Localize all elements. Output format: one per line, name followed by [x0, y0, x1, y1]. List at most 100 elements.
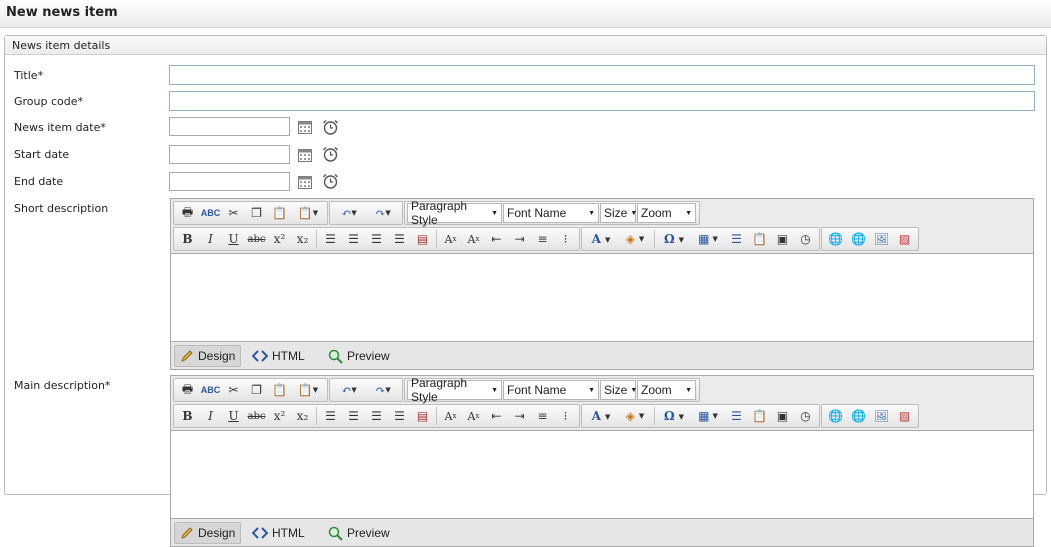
group-code-input[interactable] — [169, 91, 1035, 111]
style-icon[interactable]: ▤ — [411, 229, 434, 249]
hyperlink-icon[interactable]: 🌐 — [824, 229, 847, 249]
table-icon[interactable]: ▦ ▼ — [691, 406, 725, 426]
outdent-icon[interactable]: ⇤ — [485, 406, 508, 426]
size-dropdown[interactable]: Size ▼ — [600, 380, 637, 400]
italic-button[interactable]: I — [199, 406, 222, 426]
paste-options-icon[interactable]: 📋 ▼ — [291, 380, 325, 400]
alarm-clock-icon[interactable] — [322, 146, 339, 163]
align-left-icon[interactable]: ☰ — [319, 229, 342, 249]
spellcheck-icon[interactable]: ABC — [199, 203, 222, 223]
align-right-icon[interactable]: ☰ — [365, 229, 388, 249]
start-date-input[interactable] — [169, 145, 290, 164]
editor-content-area[interactable] — [171, 253, 1033, 342]
zoom-dropdown[interactable]: Zoom ▼ — [637, 380, 696, 400]
align-left-icon[interactable]: ☰ — [319, 406, 342, 426]
zoom-dropdown[interactable]: Zoom ▼ — [637, 203, 696, 223]
paragraph-icon[interactable]: ☰ — [725, 406, 748, 426]
flash-icon[interactable]: ▨ — [893, 406, 916, 426]
redo-icon[interactable]: ↷ ▼ — [366, 203, 400, 223]
print-icon[interactable]: 🖶 — [176, 380, 199, 400]
redo-icon[interactable]: ↷ ▼ — [366, 380, 400, 400]
subscript-a-icon[interactable]: Ax — [462, 406, 485, 426]
cut-icon[interactable]: ✂ — [222, 380, 245, 400]
justify-icon[interactable]: ☰ — [388, 406, 411, 426]
undo-icon[interactable]: ↶ ▼ — [332, 203, 366, 223]
italic-button[interactable]: I — [199, 229, 222, 249]
highlight-color-icon[interactable]: ◈ ▼ — [618, 229, 652, 249]
news-item-date-input[interactable] — [169, 117, 290, 136]
bold-button[interactable]: B — [176, 229, 199, 249]
numbered-list-icon[interactable]: ≡ — [531, 229, 554, 249]
bold-button[interactable]: B — [176, 406, 199, 426]
superscript-button[interactable]: x² — [268, 406, 291, 426]
numbered-list-icon[interactable]: ≡ — [531, 406, 554, 426]
align-center-icon[interactable]: ☰ — [342, 229, 365, 249]
bulleted-list-icon[interactable]: ⁝ — [554, 406, 577, 426]
calendar-icon[interactable] — [298, 149, 312, 162]
clipboard-icon[interactable]: 📋 — [748, 229, 771, 249]
html-mode-tab[interactable]: HTML — [247, 522, 310, 544]
flash-icon[interactable]: ▨ — [893, 229, 916, 249]
paragraph-style-dropdown[interactable]: Paragraph Style ▼ — [407, 376, 502, 404]
font-name-dropdown[interactable]: Font Name ▼ — [503, 380, 599, 400]
image-icon[interactable]: 🖼 — [870, 229, 893, 249]
strikethrough-button[interactable]: abc — [245, 229, 268, 249]
preview-mode-tab[interactable]: Preview — [323, 345, 395, 367]
image-icon[interactable]: 🖼 — [870, 406, 893, 426]
editor-content-area[interactable] — [171, 430, 1033, 519]
paragraph-style-dropdown[interactable]: Paragraph Style ▼ — [407, 199, 502, 227]
clock-icon[interactable]: ◷ — [794, 406, 817, 426]
unlink-icon[interactable]: 🌐 — [847, 406, 870, 426]
spellcheck-icon[interactable]: ABC — [199, 380, 222, 400]
clock-icon[interactable]: ◷ — [794, 229, 817, 249]
highlight-color-icon[interactable]: ◈ ▼ — [618, 406, 652, 426]
unlink-icon[interactable]: 🌐 — [847, 229, 870, 249]
special-characters-icon[interactable]: Ω ▼ — [657, 229, 691, 249]
calendar-icon[interactable] — [298, 121, 312, 134]
justify-icon[interactable]: ☰ — [388, 229, 411, 249]
preview-mode-tab[interactable]: Preview — [323, 522, 395, 544]
underline-button[interactable]: U — [222, 229, 245, 249]
underline-button[interactable]: U — [222, 406, 245, 426]
indent-icon[interactable]: ⇥ — [508, 229, 531, 249]
paragraph-icon[interactable]: ☰ — [725, 229, 748, 249]
design-mode-tab[interactable]: Design — [174, 345, 242, 367]
form-icon[interactable]: ▣ — [771, 229, 794, 249]
table-icon[interactable]: ▦ ▼ — [691, 229, 725, 249]
html-mode-tab[interactable]: HTML — [247, 345, 310, 367]
calendar-icon[interactable] — [298, 176, 312, 189]
clipboard-icon[interactable]: 📋 — [748, 406, 771, 426]
indent-icon[interactable]: ⇥ — [508, 406, 531, 426]
superscript-button[interactable]: x² — [268, 229, 291, 249]
design-mode-tab[interactable]: Design — [174, 522, 242, 544]
align-center-icon[interactable]: ☰ — [342, 406, 365, 426]
subscript-a-icon[interactable]: Ax — [462, 229, 485, 249]
subscript-button[interactable]: x₂ — [291, 229, 314, 249]
superscript-a-icon[interactable]: Ax — [439, 406, 462, 426]
print-icon[interactable]: 🖶 — [176, 203, 199, 223]
outdent-icon[interactable]: ⇤ — [485, 229, 508, 249]
copy-icon[interactable]: ❐ — [245, 380, 268, 400]
font-color-icon[interactable]: A ▼ — [584, 229, 618, 249]
strikethrough-button[interactable]: abc — [245, 406, 268, 426]
end-date-input[interactable] — [169, 172, 290, 191]
title-input[interactable] — [169, 65, 1035, 85]
paste-options-icon[interactable]: 📋 ▼ — [291, 203, 325, 223]
style-icon[interactable]: ▤ — [411, 406, 434, 426]
paste-icon[interactable]: 📋 — [268, 380, 291, 400]
align-right-icon[interactable]: ☰ — [365, 406, 388, 426]
font-name-dropdown[interactable]: Font Name ▼ — [503, 203, 599, 223]
special-characters-icon[interactable]: Ω ▼ — [657, 406, 691, 426]
cut-icon[interactable]: ✂ — [222, 203, 245, 223]
subscript-button[interactable]: x₂ — [291, 406, 314, 426]
alarm-clock-icon[interactable] — [322, 173, 339, 190]
font-color-icon[interactable]: A ▼ — [584, 406, 618, 426]
form-icon[interactable]: ▣ — [771, 406, 794, 426]
superscript-a-icon[interactable]: Ax — [439, 229, 462, 249]
alarm-clock-icon[interactable] — [322, 119, 339, 136]
size-dropdown[interactable]: Size ▼ — [600, 203, 637, 223]
bulleted-list-icon[interactable]: ⁝ — [554, 229, 577, 249]
copy-icon[interactable]: ❐ — [245, 203, 268, 223]
paste-icon[interactable]: 📋 — [268, 203, 291, 223]
undo-icon[interactable]: ↶ ▼ — [332, 380, 366, 400]
